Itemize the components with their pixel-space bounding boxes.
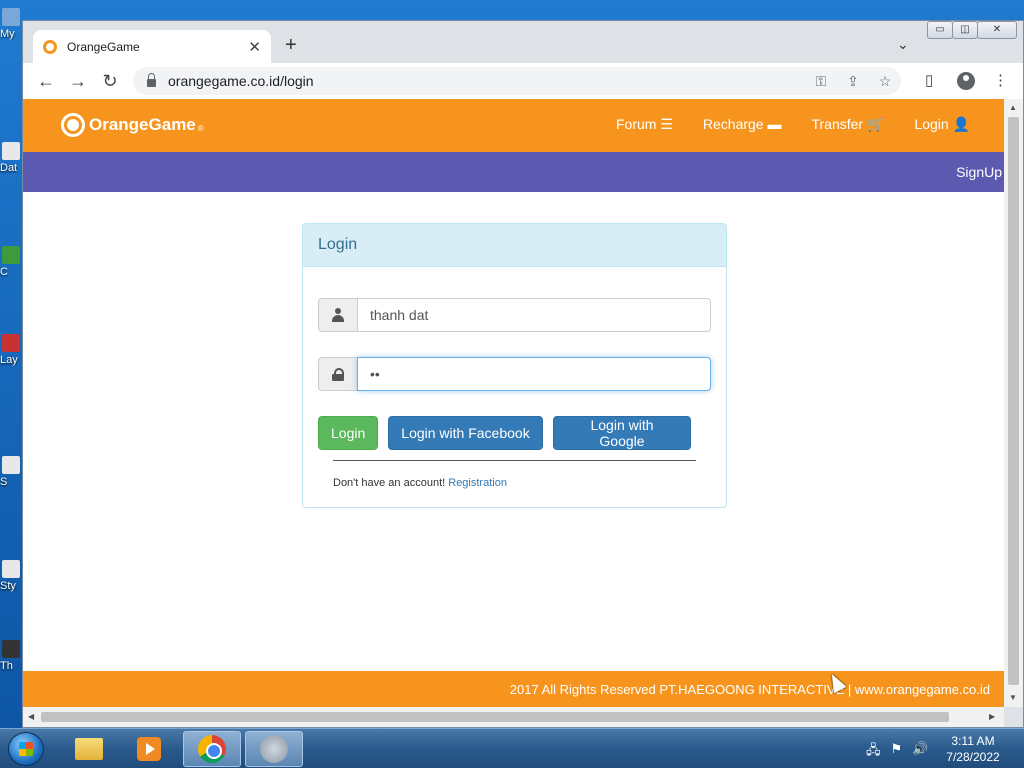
- network-icon[interactable]: 🖧: [866, 741, 881, 763]
- scroll-down-icon[interactable]: ▼: [1009, 693, 1017, 702]
- browser-window: OrangeGame ✕ + ⌄ ▭ ◫ ✕ ← → ↻ orangegame.…: [22, 20, 1024, 728]
- desktop-icon-style[interactable]: Sty: [0, 560, 22, 592]
- forward-arrow-icon[interactable]: →: [63, 71, 93, 92]
- address-bar[interactable]: orangegame.co.id/login ⚿ ⇪ ☆: [133, 67, 901, 95]
- registration-line: Don't have an account! Registration: [333, 477, 507, 489]
- key-icon[interactable]: ⚿: [805, 73, 837, 90]
- profile-button[interactable]: [957, 72, 975, 94]
- system-clock[interactable]: 3:11 AM 7/28/2022: [940, 733, 1006, 765]
- nav-recharge[interactable]: Recharge ▬: [703, 116, 782, 133]
- page-viewport: OrangeGame ® Forum ☰ Recharge ▬ Transfer…: [23, 99, 1004, 707]
- horizontal-scrollbar[interactable]: ◀ ▶: [23, 707, 1004, 727]
- scroll-left-icon[interactable]: ◀: [28, 712, 34, 721]
- new-tab-button[interactable]: +: [285, 35, 297, 55]
- bookmark-star-icon[interactable]: ☆: [869, 73, 901, 90]
- start-button[interactable]: [8, 732, 44, 766]
- taskbar-audio-app[interactable]: [245, 731, 303, 767]
- login-facebook-button[interactable]: Login with Facebook: [388, 416, 543, 450]
- lock-icon[interactable]: [147, 73, 156, 87]
- tab-title: OrangeGame: [67, 39, 140, 54]
- chrome-icon: [198, 735, 226, 763]
- site-logo[interactable]: OrangeGame ®: [61, 113, 204, 137]
- maximize-button[interactable]: ◫: [952, 21, 978, 39]
- taskbar-media-player[interactable]: [120, 731, 178, 767]
- desktop-icon-data[interactable]: Dat: [0, 142, 22, 174]
- speaker-app-icon: [260, 735, 288, 763]
- password-input[interactable]: [357, 357, 711, 391]
- url-text[interactable]: orangegame.co.id/login: [168, 73, 805, 89]
- media-player-icon: [137, 737, 161, 761]
- close-window-button[interactable]: ✕: [977, 21, 1017, 39]
- reload-icon[interactable]: ↻: [95, 71, 125, 92]
- lock-icon: [332, 367, 344, 381]
- browser-titlebar: OrangeGame ✕ + ⌄ ▭ ◫ ✕: [23, 21, 1023, 63]
- horizontal-scroll-thumb[interactable]: [41, 712, 949, 722]
- password-addon: [318, 357, 357, 391]
- username-input[interactable]: [357, 298, 711, 332]
- orangegame-favicon-icon: [43, 39, 57, 54]
- vertical-scroll-thumb[interactable]: [1008, 117, 1019, 685]
- side-panel-icon[interactable]: ▯: [925, 71, 933, 89]
- password-group: [318, 357, 711, 391]
- site-footer: 2017 All Rights Reserved PT.HAEGOONG INT…: [23, 671, 1004, 707]
- menu-kebab-icon[interactable]: ⋮: [993, 71, 1008, 89]
- desktop-icon-c[interactable]: C: [0, 246, 22, 278]
- scroll-up-icon[interactable]: ▲: [1009, 103, 1017, 112]
- divider: [333, 460, 696, 461]
- logo-registered-mark: ®: [197, 123, 204, 133]
- tab-close-icon[interactable]: ✕: [248, 38, 261, 56]
- signup-link[interactable]: SignUp: [956, 164, 1002, 180]
- sub-nav: SignUp: [23, 152, 1004, 192]
- volume-icon[interactable]: 🔊: [912, 741, 928, 763]
- desktop-icon-layout[interactable]: Lay: [0, 334, 22, 366]
- login-google-button[interactable]: Login with Google: [553, 416, 691, 450]
- tab-search-chevron-icon[interactable]: ⌄: [897, 36, 909, 53]
- registration-link[interactable]: Registration: [448, 477, 507, 489]
- logo-text: OrangeGame: [89, 115, 196, 134]
- nav-transfer[interactable]: Transfer 🛒: [811, 116, 884, 133]
- taskbar: 🖧 ⚑ 🔊 3:11 AM 7/28/2022: [0, 728, 1024, 768]
- vertical-scrollbar[interactable]: ▲ ▼: [1004, 99, 1023, 707]
- taskbar-explorer[interactable]: [60, 731, 118, 767]
- site-header: OrangeGame ® Forum ☰ Recharge ▬ Transfer…: [23, 99, 1004, 152]
- username-addon: [318, 298, 357, 332]
- username-group: [318, 298, 711, 332]
- login-button[interactable]: Login: [318, 416, 378, 450]
- share-icon[interactable]: ⇪: [837, 73, 869, 90]
- profile-avatar-icon: [957, 72, 975, 90]
- orangegame-logo-icon: [61, 113, 85, 137]
- nav-login[interactable]: Login 👤: [914, 116, 970, 133]
- scroll-right-icon[interactable]: ▶: [989, 712, 995, 721]
- minimize-button[interactable]: ▭: [927, 21, 953, 39]
- system-tray: 🖧 ⚑ 🔊: [866, 741, 928, 763]
- desktop-icon-computer[interactable]: My: [0, 8, 22, 40]
- clock-date: 7/28/2022: [946, 750, 1000, 764]
- taskbar-chrome[interactable]: [183, 731, 241, 767]
- login-panel-heading: Login: [303, 224, 726, 267]
- desktop-icon-s[interactable]: S: [0, 456, 22, 488]
- footer-copyright: 2017 All Rights Reserved PT.HAEGOONG INT…: [509, 682, 990, 697]
- nav-forum[interactable]: Forum ☰: [616, 116, 673, 133]
- action-center-flag-icon[interactable]: ⚑: [891, 741, 903, 763]
- no-account-text: Don't have an account!: [333, 477, 446, 489]
- desktop-icon-th[interactable]: Th: [0, 640, 22, 672]
- browser-toolbar: ← → ↻ orangegame.co.id/login ⚿ ⇪ ☆ ▯ ⋮: [23, 63, 1023, 99]
- browser-tab[interactable]: OrangeGame ✕: [33, 30, 271, 63]
- clock-time: 3:11 AM: [951, 734, 995, 748]
- login-panel: Login Login Login with Facebook Login wi…: [302, 223, 727, 508]
- user-icon: [331, 308, 345, 322]
- folder-icon: [75, 738, 103, 760]
- top-nav: Forum ☰ Recharge ▬ Transfer 🛒 Login 👤: [616, 116, 970, 133]
- back-arrow-icon[interactable]: ←: [31, 71, 61, 92]
